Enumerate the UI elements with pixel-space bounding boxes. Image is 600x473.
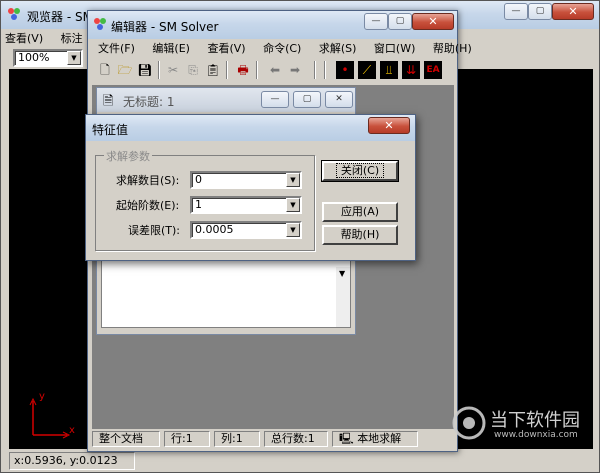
apply-button[interactable]: 应用(A): [322, 202, 398, 222]
app-icon: [7, 7, 21, 21]
group-label: 求解参数: [104, 148, 152, 164]
paste-icon[interactable]: 📋︎: [204, 61, 222, 79]
close-button[interactable]: 关闭(C): [321, 160, 399, 182]
count-select[interactable]: 0 ▼: [190, 171, 302, 189]
editor-toolbar: 🗋 🗁 💾︎ ✂ ⎘ 📋︎ 🖶 ⬅ ➡ • ⟋ ⫫ ⇊ EA: [94, 61, 454, 81]
status-total-lines: 总行数:1: [264, 431, 328, 447]
editor-menubar: 文件(F) 编辑(E) 查看(V) 命令(C) 求解(S) 窗口(W) 帮助(H…: [98, 41, 472, 57]
tolerance-select[interactable]: 0.0005 ▼: [190, 221, 302, 239]
back-arrow-icon[interactable]: ⬅: [266, 61, 284, 79]
editor-titlebar[interactable]: 编辑器 - SM Solver — ▢ ✕: [88, 11, 457, 39]
eigenvalue-dialog: 特征值 ✕ 求解参数 求解数目(S): 0 ▼ 起始阶数(E): 1 ▼ 误差限…: [85, 114, 416, 261]
save-icon[interactable]: 💾︎: [136, 61, 154, 79]
status-col: 列:1: [214, 431, 260, 447]
tolerance-label: 误差限(T):: [128, 224, 181, 237]
start-order-label: 起始阶数(E):: [116, 199, 180, 212]
status-row: 行:1: [164, 431, 210, 447]
menu-solve[interactable]: 求解(S): [319, 42, 357, 55]
new-file-icon[interactable]: 🗋: [96, 61, 114, 79]
chevron-down-icon[interactable]: ▼: [286, 198, 300, 212]
editor-title: 编辑器 - SM Solver: [111, 20, 219, 34]
close-icon[interactable]: ✕: [412, 13, 454, 30]
viewer-statusbar: x:0.5936, y:0.0123: [9, 452, 135, 470]
toolbar-separator: [226, 61, 228, 79]
toolbar-separator: [256, 61, 258, 79]
menu-file[interactable]: 文件(F): [98, 42, 135, 55]
maximize-icon[interactable]: ▢: [528, 3, 552, 20]
close-icon[interactable]: ✕: [368, 117, 410, 134]
document-icon: 🗎: [103, 94, 114, 109]
load-tool-icon[interactable]: ⇊: [402, 61, 420, 79]
toolbar-separator: [314, 61, 316, 79]
copy-icon[interactable]: ⎘: [184, 61, 202, 79]
watermark: 当下软件园 www.downxia.com: [452, 404, 592, 444]
status-scope: 整个文档: [92, 431, 160, 447]
maximize-icon[interactable]: ▢: [388, 13, 412, 30]
cut-icon[interactable]: ✂: [164, 61, 182, 79]
dialog-body: 求解参数 求解数目(S): 0 ▼ 起始阶数(E): 1 ▼ 误差限(T): 0…: [89, 141, 412, 258]
point-tool-icon[interactable]: •: [336, 61, 354, 79]
scroll-down-icon[interactable]: ▼: [339, 269, 345, 278]
close-icon[interactable]: ✕: [325, 91, 353, 108]
toolbar-separator: [324, 61, 326, 79]
start-order-select[interactable]: 1 ▼: [190, 196, 302, 214]
minimize-icon[interactable]: —: [261, 91, 289, 108]
watermark-title: 当下软件园: [490, 410, 580, 431]
help-button[interactable]: 帮助(H): [322, 225, 398, 245]
open-folder-icon[interactable]: 🗁: [116, 61, 134, 79]
chevron-down-icon[interactable]: ▼: [67, 51, 81, 65]
status-solve-mode: 🖳 本地求解: [332, 431, 418, 447]
toolbar-separator: [158, 61, 160, 79]
count-label: 求解数目(S):: [116, 174, 180, 187]
zoom-select[interactable]: 100% ▼: [13, 49, 83, 67]
line-tool-icon[interactable]: ⟋: [358, 61, 376, 79]
axis-y-label: y: [39, 391, 45, 402]
dialog-title: 特征值: [92, 123, 129, 137]
forward-arrow-icon[interactable]: ➡: [286, 61, 304, 79]
menu-edit[interactable]: 编辑(E): [152, 42, 190, 55]
axis-indicator: y x: [23, 391, 83, 445]
chevron-down-icon[interactable]: ▼: [286, 223, 300, 237]
close-icon[interactable]: ✕: [552, 3, 594, 20]
menu-window[interactable]: 窗口(W): [374, 42, 415, 55]
menu-help[interactable]: 帮助(H): [433, 42, 472, 55]
minimize-icon[interactable]: —: [504, 3, 528, 20]
app-icon: [93, 17, 107, 31]
solve-params-group: 求解参数 求解数目(S): 0 ▼ 起始阶数(E): 1 ▼ 误差限(T): 0…: [95, 148, 315, 251]
menu-annotate[interactable]: 标注: [61, 32, 83, 45]
axis-x-label: x: [69, 425, 75, 436]
document-title: 无标题: 1: [123, 95, 175, 109]
document-titlebar[interactable]: 🗎 无标题: 1 — ▢ ✕: [97, 88, 355, 112]
vertical-scrollbar[interactable]: ▼: [336, 267, 350, 327]
ea-tool-icon[interactable]: EA: [424, 61, 442, 79]
coords-readout: x:0.5936, y:0.0123: [14, 454, 118, 467]
watermark-url: www.downxia.com: [494, 430, 578, 440]
editor-statusbar: 整个文档 行:1 列:1 总行数:1 🖳 本地求解: [92, 429, 454, 449]
viewer-menubar: 查看(V) 标注: [5, 31, 97, 47]
minimize-icon[interactable]: —: [364, 13, 388, 30]
maximize-icon[interactable]: ▢: [293, 91, 321, 108]
watermark-logo-icon: [452, 406, 486, 440]
dialog-titlebar[interactable]: 特征值 ✕: [86, 115, 415, 141]
chevron-down-icon[interactable]: ▼: [286, 173, 300, 187]
print-icon[interactable]: 🖶: [234, 61, 252, 79]
menu-view[interactable]: 查看(V): [5, 32, 43, 45]
menu-command[interactable]: 命令(C): [263, 42, 301, 55]
menu-view[interactable]: 查看(V): [207, 42, 245, 55]
support-tool-icon[interactable]: ⫫: [380, 61, 398, 79]
computer-icon: 🖳: [339, 432, 354, 445]
